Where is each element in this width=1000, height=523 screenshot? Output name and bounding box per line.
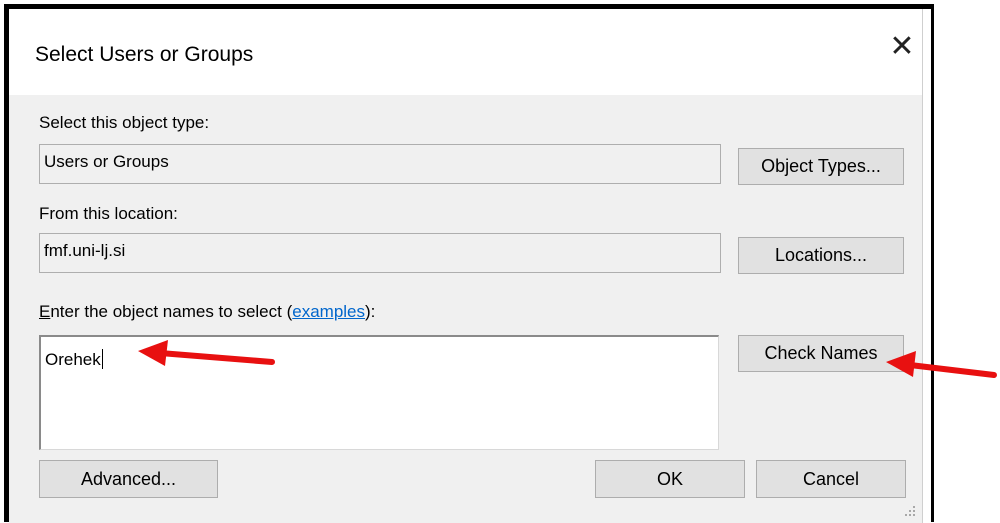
ok-button[interactable]: OK	[595, 460, 745, 498]
object-types-button[interactable]: Object Types...	[738, 148, 904, 185]
dialog-titlebar: Select Users or Groups ✕	[9, 9, 922, 95]
select-users-dialog: Select Users or Groups ✕ Select this obj…	[9, 9, 922, 523]
object-names-label: Enter the object names to select (exampl…	[39, 302, 375, 322]
object-type-label: Select this object type:	[39, 113, 210, 132]
close-icon: ✕	[889, 30, 915, 63]
advanced-button[interactable]: Advanced...	[39, 460, 218, 498]
object-names-label-accel: E	[39, 302, 51, 321]
background-window-edge	[922, 9, 931, 523]
examples-link[interactable]: examples	[292, 302, 365, 321]
screenshot-stage: Select Users or Groups ✕ Select this obj…	[0, 0, 1000, 523]
object-names-value: Orehek	[45, 350, 101, 369]
object-names-input[interactable]: Orehek	[39, 335, 719, 450]
text-caret	[101, 349, 103, 369]
location-field: fmf.uni-lj.si	[39, 233, 721, 273]
location-label: From this location:	[39, 204, 178, 223]
close-button[interactable]: ✕	[882, 27, 922, 67]
dialog-title: Select Users or Groups	[35, 43, 254, 66]
object-type-field: Users or Groups	[39, 144, 721, 184]
location-value: fmf.uni-lj.si	[44, 241, 126, 260]
resize-grip-icon[interactable]	[902, 503, 916, 517]
object-names-label-suffix: ):	[365, 302, 376, 321]
cancel-button[interactable]: Cancel	[756, 460, 906, 498]
check-names-button[interactable]: Check Names	[738, 335, 904, 372]
locations-button[interactable]: Locations...	[738, 237, 904, 274]
object-names-label-text: nter the object names to select (	[50, 302, 293, 321]
object-type-value: Users or Groups	[44, 152, 169, 171]
